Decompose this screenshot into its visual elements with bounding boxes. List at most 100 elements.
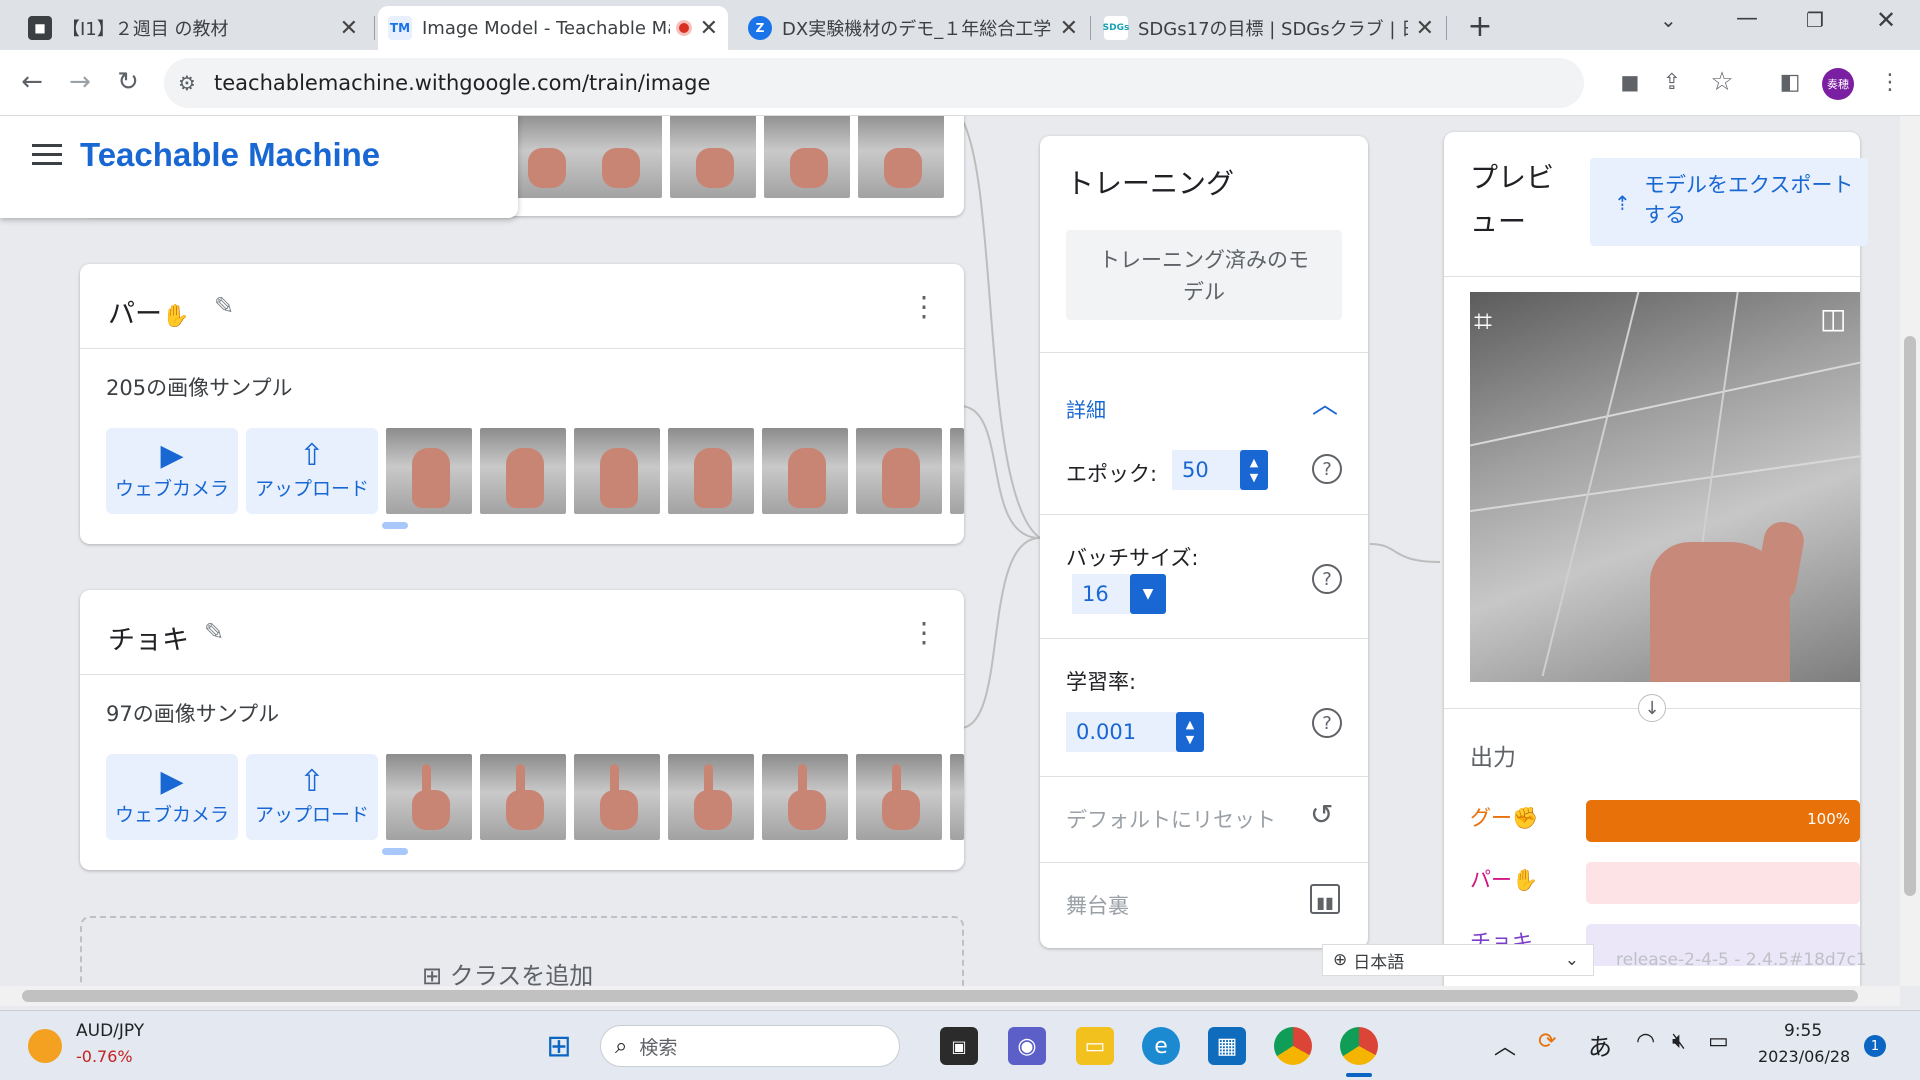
bar-chart-icon[interactable]: ▮▮: [1310, 884, 1340, 914]
task-view-icon[interactable]: ▣: [940, 1027, 978, 1065]
sample-thumbnail[interactable]: [480, 754, 566, 840]
sample-thumbnail[interactable]: [576, 116, 662, 198]
epochs-stepper[interactable]: ▲ ▼: [1240, 450, 1268, 490]
url-text[interactable]: teachablemachine.withgoogle.com/train/im…: [214, 71, 710, 95]
sample-thumbnail[interactable]: [950, 754, 964, 840]
notification-badge[interactable]: 1: [1864, 1035, 1886, 1057]
close-icon[interactable]: ✕: [1060, 16, 1078, 41]
reset-defaults-button[interactable]: デフォルトにリセット: [1066, 804, 1276, 834]
teams-chat-icon[interactable]: ◉: [1008, 1027, 1046, 1065]
edit-pencil-icon[interactable]: ✎: [204, 618, 224, 646]
window-close-icon[interactable]: ✕: [1876, 6, 1896, 34]
crop-icon[interactable]: ⌗: [1474, 302, 1492, 341]
battery-icon[interactable]: ▭: [1708, 1029, 1729, 1054]
sample-thumbnail[interactable]: [668, 754, 754, 840]
webcam-button[interactable]: ▶ ウェブカメラ: [106, 754, 238, 840]
batch-size-select[interactable]: 16: [1072, 574, 1130, 614]
share-icon[interactable]: ⇪: [1654, 64, 1690, 100]
epochs-input[interactable]: 50: [1172, 450, 1244, 490]
learning-rate-stepper[interactable]: ▲ ▼: [1176, 712, 1204, 752]
sample-thumbnail[interactable]: [762, 428, 848, 514]
thumbnail-scrollbar[interactable]: [382, 848, 408, 855]
flip-icon[interactable]: ◫: [1820, 302, 1846, 335]
train-model-button[interactable]: トレーニング済みのモデル: [1066, 230, 1342, 320]
sample-thumbnail[interactable]: [574, 754, 660, 840]
edit-pencil-icon[interactable]: ✎: [214, 292, 234, 320]
chevron-down-icon[interactable]: ▼: [1130, 574, 1166, 614]
help-icon[interactable]: ?: [1312, 454, 1342, 484]
camera-icon[interactable]: ■: [1612, 64, 1648, 100]
sample-thumbnail[interactable]: [480, 428, 566, 514]
history-icon[interactable]: ↺: [1310, 798, 1333, 831]
menu-dots-icon[interactable]: ⋮: [1872, 64, 1908, 100]
tab-course-materials[interactable]: ■ 【I1】２週目 の教材 ✕: [18, 6, 368, 50]
thumbnail-scrollbar[interactable]: [382, 522, 408, 529]
sample-thumbnail[interactable]: [386, 754, 472, 840]
reload-icon[interactable]: ↻: [110, 64, 146, 100]
sample-thumbnail[interactable]: [856, 428, 942, 514]
site-info-icon[interactable]: ⚙: [178, 71, 196, 95]
add-class-button[interactable]: ⊞ クラスを追加: [80, 916, 964, 986]
class-name[interactable]: パー✋: [108, 292, 189, 331]
sample-thumbnail[interactable]: [856, 754, 942, 840]
tab-search-chevron-icon[interactable]: ⌄: [1660, 8, 1677, 32]
class-name[interactable]: チョキ: [108, 618, 189, 657]
sample-thumbnail[interactable]: [670, 116, 756, 198]
currency-widget-icon[interactable]: [28, 1029, 62, 1063]
sample-thumbnail[interactable]: [762, 754, 848, 840]
clock-date[interactable]: 2023/06/28: [1758, 1047, 1850, 1066]
speaker-muted-icon[interactable]: 🔇︎: [1672, 1029, 1686, 1054]
ticker-symbol[interactable]: AUD/JPY: [76, 1021, 144, 1041]
sample-thumbnail[interactable]: [858, 116, 944, 198]
sample-thumbnail[interactable]: [950, 428, 964, 514]
close-icon[interactable]: ✕: [1416, 16, 1434, 41]
tab-dx-demo[interactable]: Z DX実験機材のデモ_１年総合工学 ✕: [738, 6, 1088, 50]
wifi-icon[interactable]: ◠: [1636, 1029, 1655, 1054]
vertical-scrollbar[interactable]: [1900, 116, 1920, 986]
chevron-up-icon[interactable]: ︿: [1312, 384, 1338, 421]
ime-mode[interactable]: あ: [1588, 1027, 1612, 1062]
advanced-toggle[interactable]: 詳細: [1066, 394, 1106, 423]
chevron-up-icon[interactable]: ︿: [1494, 1029, 1516, 1061]
minimize-icon[interactable]: —: [1736, 6, 1758, 31]
upload-button[interactable]: ⇧ アップロード: [246, 754, 378, 840]
close-icon[interactable]: ✕: [340, 16, 358, 41]
side-panel-icon[interactable]: ◧: [1772, 64, 1808, 100]
scrollbar-thumb[interactable]: [22, 990, 1858, 1002]
clock-time[interactable]: 9:55: [1784, 1021, 1822, 1041]
class-options-icon[interactable]: ⋮: [910, 290, 938, 323]
address-bar[interactable]: ⚙ teachablemachine.withgoogle.com/train/…: [164, 58, 1584, 108]
bookmark-star-icon[interactable]: ☆: [1704, 64, 1740, 100]
chrome-profile-icon[interactable]: [1340, 1027, 1378, 1065]
language-select[interactable]: ⊕ 日本語 ⌄: [1322, 944, 1594, 976]
app-title[interactable]: Teachable Machine: [80, 136, 380, 174]
microsoft-store-icon[interactable]: ▦: [1208, 1027, 1246, 1065]
sample-thumbnail[interactable]: [668, 428, 754, 514]
webcam-button[interactable]: ▶ ウェブカメラ: [106, 428, 238, 514]
sample-thumbnail[interactable]: [386, 428, 472, 514]
restore-icon[interactable]: ❐: [1806, 8, 1824, 32]
class-options-icon[interactable]: ⋮: [910, 616, 938, 649]
taskbar-search[interactable]: ⌕ 検索: [600, 1025, 900, 1067]
export-model-button[interactable]: ⇡ モデルをエクスポートする: [1590, 158, 1868, 246]
tab-sdgs[interactable]: SDGs SDGs17の目標 | SDGsクラブ | 日本 ✕: [1094, 6, 1444, 50]
forward-icon[interactable]: →: [62, 64, 98, 100]
horizontal-scrollbar[interactable]: [0, 986, 1900, 1006]
upload-button[interactable]: ⇧ アップロード: [246, 428, 378, 514]
hamburger-menu-icon[interactable]: [32, 144, 62, 165]
under-the-hood-button[interactable]: 舞台裏: [1066, 890, 1129, 920]
edge-browser-icon[interactable]: e: [1142, 1027, 1180, 1065]
tab-teachable-machine[interactable]: TM Image Model - Teachable Ma ✕: [378, 6, 728, 50]
scrollbar-thumb[interactable]: [1904, 336, 1916, 896]
help-icon[interactable]: ?: [1312, 564, 1342, 594]
new-tab-button[interactable]: +: [1460, 6, 1500, 46]
sample-thumbnail[interactable]: [764, 116, 850, 198]
learning-rate-input[interactable]: 0.001: [1066, 712, 1180, 752]
sync-icon[interactable]: ⟳: [1538, 1029, 1556, 1054]
close-icon[interactable]: ✕: [700, 16, 718, 41]
file-explorer-icon[interactable]: ▭: [1076, 1027, 1114, 1065]
help-icon[interactable]: ?: [1312, 708, 1342, 738]
sample-thumbnail[interactable]: [574, 428, 660, 514]
windows-start-icon[interactable]: ⊞: [540, 1027, 578, 1065]
chrome-icon[interactable]: [1274, 1027, 1312, 1065]
